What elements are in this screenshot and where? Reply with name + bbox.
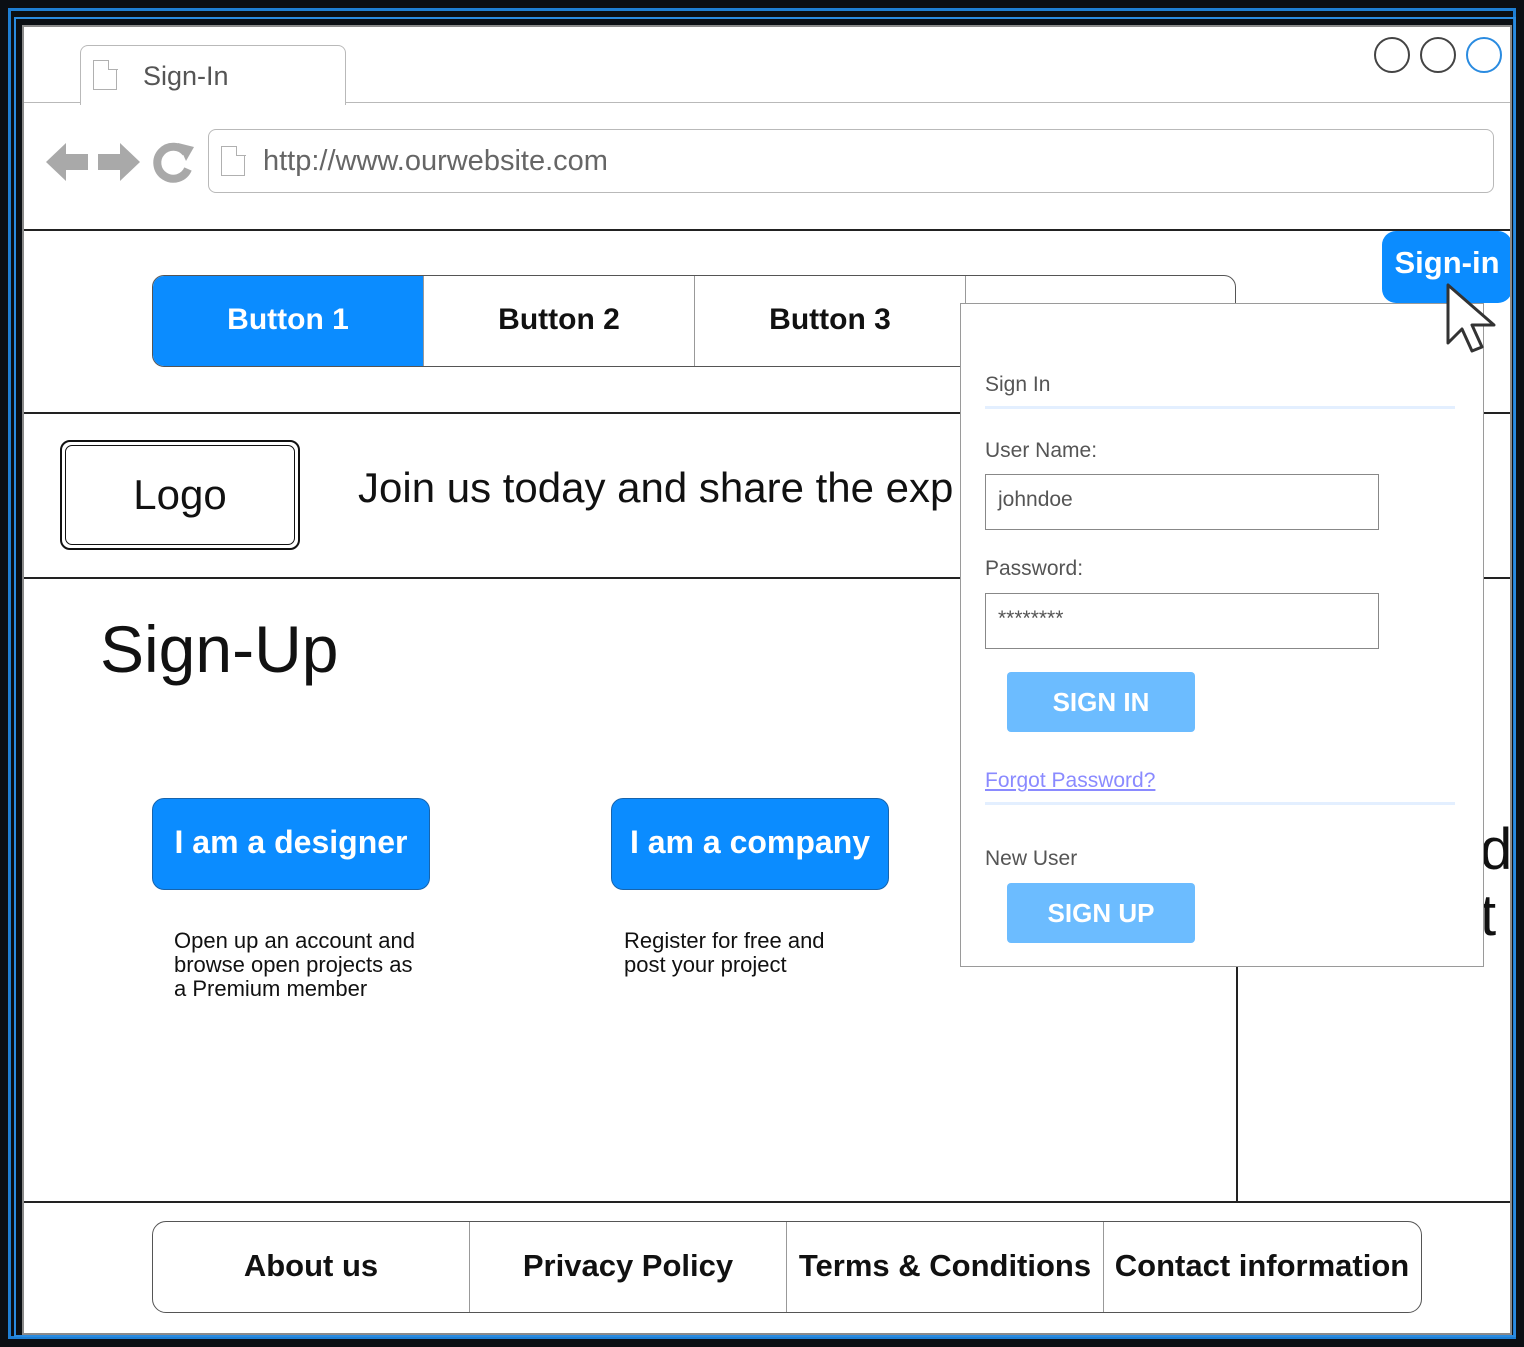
forward-arrow-icon[interactable]	[96, 139, 142, 185]
nav-button-3[interactable]: Button 3	[695, 276, 965, 366]
side-text-fragment: d	[1480, 817, 1512, 882]
footer-link-terms[interactable]: Terms & Conditions	[787, 1222, 1103, 1312]
signup-button[interactable]: SIGN UP	[1007, 883, 1195, 943]
nav-button-2[interactable]: Button 2	[424, 276, 694, 366]
description-line: Open up an account and	[174, 928, 415, 953]
popup-separator	[985, 406, 1455, 409]
reload-icon[interactable]	[150, 139, 196, 185]
signin-submit-button[interactable]: SIGN IN	[1007, 672, 1195, 732]
popup-separator	[985, 802, 1455, 805]
footer-navigation: About us Privacy Policy Terms & Conditio…	[152, 1221, 1422, 1313]
browser-window: Sign-In http://www.ourwebsite.com Button…	[22, 25, 1512, 1335]
forgot-password-link[interactable]: Forgot Password?	[985, 768, 1155, 794]
chrome-divider	[24, 229, 1510, 231]
tab-title: Sign-In	[143, 61, 229, 91]
url-text: http://www.ourwebsite.com	[263, 145, 608, 177]
designer-description: Open up an account and browse open proje…	[174, 929, 415, 1001]
sidebar-divider	[1236, 967, 1238, 1203]
logo-text: Logo	[65, 445, 295, 545]
designer-button[interactable]: I am a designer	[152, 798, 430, 890]
footer-link-about[interactable]: About us	[153, 1222, 469, 1312]
username-label: User Name:	[985, 439, 1098, 462]
signin-popup: Sign In User Name: johndoe Password: ***…	[960, 303, 1484, 967]
footer-link-contact[interactable]: Contact information	[1104, 1222, 1420, 1312]
page-title: Sign-Up	[100, 612, 339, 686]
nav-button-1[interactable]: Button 1	[153, 276, 423, 366]
password-label: Password:	[985, 557, 1084, 580]
window-minimize-icon[interactable]	[1374, 37, 1410, 73]
password-field[interactable]: ********	[985, 593, 1379, 649]
popup-heading: Sign In	[985, 373, 1051, 396]
description-line: Register for free and	[624, 928, 825, 953]
description-line: a Premium member	[174, 976, 368, 1001]
mouse-cursor-icon	[1446, 283, 1496, 353]
tagline: Join us today and share the exp	[358, 464, 954, 511]
window-close-icon[interactable]	[1466, 37, 1502, 73]
tab-join	[81, 101, 345, 104]
description-line: browse open projects as	[174, 952, 413, 977]
address-bar[interactable]: http://www.ourwebsite.com	[208, 129, 1494, 193]
logo: Logo	[60, 440, 300, 550]
username-field[interactable]: johndoe	[985, 474, 1379, 530]
company-description: Register for free and post your project	[624, 929, 825, 977]
footer-link-privacy[interactable]: Privacy Policy	[470, 1222, 786, 1312]
footer-divider	[24, 1201, 1510, 1203]
window-maximize-icon[interactable]	[1420, 37, 1456, 73]
back-arrow-icon[interactable]	[44, 139, 90, 185]
browser-tab[interactable]: Sign-In	[80, 45, 346, 105]
company-button[interactable]: I am a company	[611, 798, 889, 890]
page-icon	[93, 59, 118, 90]
description-line: post your project	[624, 952, 787, 977]
new-user-label: New User	[985, 847, 1078, 870]
page-icon	[221, 145, 246, 176]
